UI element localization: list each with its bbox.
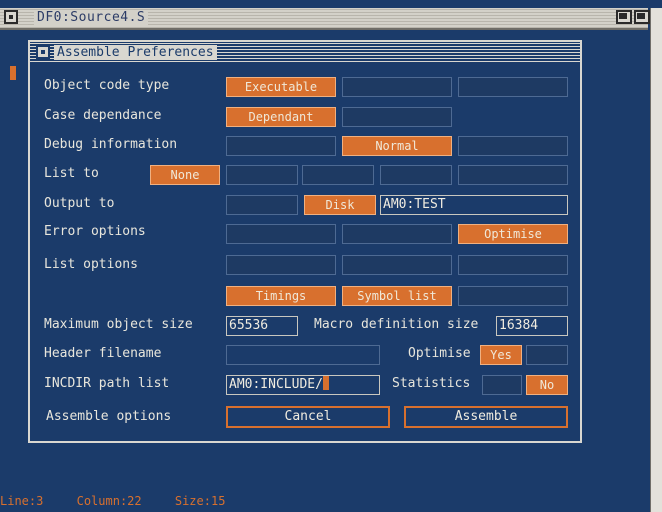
screen-edge [650, 8, 662, 512]
statistics-yes-button[interactable] [482, 375, 522, 395]
object-code-type-label: Object code type [44, 78, 170, 93]
text-cursor [10, 66, 16, 80]
case-dependant-button[interactable]: Dependant [226, 107, 336, 127]
list-to-option-3-button[interactable] [302, 165, 374, 185]
window-title: DF0:Source4.S [34, 10, 149, 25]
incdir-label: INCDIR path list [44, 376, 170, 391]
list-to-option-2-button[interactable] [226, 165, 298, 185]
statistics-no-button[interactable]: No [526, 375, 568, 395]
object-code-option-3-button[interactable] [458, 77, 568, 97]
optimise-yes-button[interactable]: Yes [480, 345, 522, 365]
zoom-gadget-icon[interactable] [634, 10, 650, 24]
assemble-button[interactable]: Assemble [404, 406, 568, 428]
input-caret [322, 376, 329, 390]
header-filename-field[interactable] [226, 345, 380, 365]
list-option-6-button[interactable] [458, 286, 568, 306]
dialog-title: Assemble Preferences [54, 45, 217, 60]
case-independant-button[interactable] [342, 107, 452, 127]
list-to-option-4-button[interactable] [380, 165, 452, 185]
incdir-field[interactable]: AM0:INCLUDE/ [226, 375, 380, 395]
list-option-1-button[interactable] [226, 255, 336, 275]
dialog-title-bar[interactable]: Assemble Preferences [30, 42, 580, 64]
macro-definition-size-label: Macro definition size [314, 317, 479, 332]
incdir-value: AM0:INCLUDE/ [229, 377, 323, 392]
list-option-2-button[interactable] [342, 255, 452, 275]
close-gadget-icon[interactable] [4, 10, 18, 24]
status-line: Line:3 [0, 494, 44, 508]
max-object-size-value: 65536 [229, 318, 269, 333]
list-to-filename-field[interactable] [458, 165, 568, 185]
error-options-label: Error options [44, 224, 146, 239]
output-to-label: Output to [44, 196, 115, 211]
output-path-field[interactable]: AM0:TEST [380, 195, 568, 215]
list-to-none-button[interactable]: None [150, 165, 220, 185]
object-code-executable-button[interactable]: Executable [226, 77, 336, 97]
list-symbol-list-button[interactable]: Symbol list [342, 286, 452, 306]
optimise-no-button[interactable] [526, 345, 568, 365]
header-filename-label: Header filename [44, 346, 162, 361]
debug-normal-button[interactable]: Normal [342, 136, 452, 156]
list-option-3-button[interactable] [458, 255, 568, 275]
dialog-close-icon[interactable] [36, 45, 50, 59]
status-bar: Line:3 Column:22 Size:15 [0, 494, 251, 508]
list-to-label: List to [44, 166, 99, 181]
macro-definition-size-field[interactable]: 16384 [496, 316, 568, 336]
status-size: Size:15 [174, 494, 226, 508]
error-option-2-button[interactable] [342, 224, 452, 244]
error-optimise-button[interactable]: Optimise [458, 224, 568, 244]
output-path-value: AM0:TEST [383, 197, 446, 212]
list-timings-button[interactable]: Timings [226, 286, 336, 306]
optimise-label: Optimise [408, 346, 471, 361]
output-to-disk-button[interactable]: Disk [304, 195, 376, 215]
case-dependance-label: Case dependance [44, 108, 162, 123]
window-title-bar[interactable]: DF0:Source4.S [0, 8, 650, 30]
depth-gadget-icon[interactable] [616, 10, 632, 24]
assemble-preferences-dialog: Assemble Preferences Object code type Ex… [28, 40, 582, 443]
statistics-label: Statistics [392, 376, 471, 391]
object-code-option-2-button[interactable] [342, 77, 452, 97]
macro-definition-size-value: 16384 [499, 318, 539, 333]
max-object-size-field[interactable]: 65536 [226, 316, 298, 336]
list-options-label: List options [44, 257, 138, 272]
error-option-1-button[interactable] [226, 224, 336, 244]
status-column: Column:22 [76, 494, 142, 508]
debug-information-label: Debug information [44, 137, 178, 152]
max-object-size-label: Maximum object size [44, 317, 193, 332]
output-to-option-1-button[interactable] [226, 195, 298, 215]
assemble-options-label: Assemble options [46, 409, 172, 424]
debug-option-3-button[interactable] [458, 136, 568, 156]
cancel-button[interactable]: Cancel [226, 406, 390, 428]
debug-option-1-button[interactable] [226, 136, 336, 156]
editor-screen: DF0:Source4.S Assemble Preferences Objec… [0, 0, 662, 512]
